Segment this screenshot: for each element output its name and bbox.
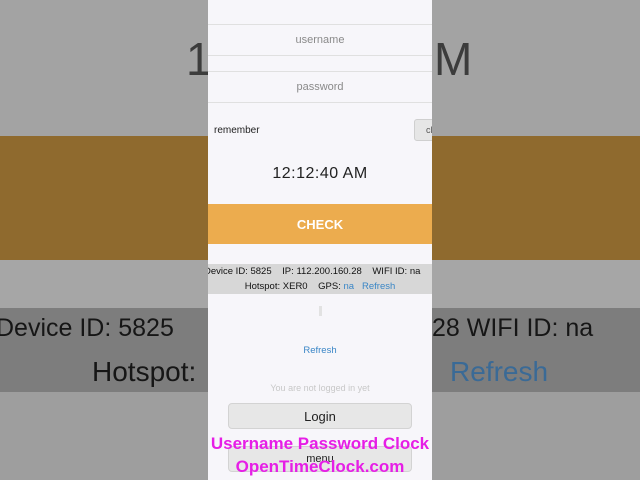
gps-label: GPS: <box>318 281 341 292</box>
clear-button[interactable]: cl <box>414 119 432 141</box>
hotspot-label: Hotspot: <box>244 281 281 292</box>
bg-time-right: M <box>434 33 473 85</box>
username-input[interactable]: username <box>208 24 432 56</box>
hotspot-row: Hotspot: XER0 GPS: na Refresh <box>208 281 432 292</box>
hotspot-value: XER0 <box>282 281 308 292</box>
cursor-marker <box>319 306 322 316</box>
ip-value: 112.200.160.28 <box>296 266 362 277</box>
caption-title: Username Password Clock <box>210 434 430 453</box>
login-button[interactable]: Login <box>228 403 412 429</box>
device-info-row: Device ID: 5825 IP: 112.200.160.28 WIFI … <box>208 266 420 277</box>
device-id-label: Device ID: <box>208 266 248 277</box>
phone-screen: username password remember cl 12:12:40 A… <box>208 0 432 480</box>
caption-url: OpenTimeClock.com <box>235 457 405 476</box>
refresh-inline-link[interactable]: Refresh <box>362 281 395 292</box>
bg-device-right: 28 WIFI ID: na <box>432 314 594 342</box>
wifi-label: WIFI ID: <box>372 266 408 277</box>
bg-device-left: Device ID: 5825 <box>0 314 174 342</box>
bg-refresh-right: Refresh <box>450 356 549 387</box>
gps-value: na <box>343 281 355 292</box>
device-info-panel: Device ID: 5825 IP: 112.200.160.28 WIFI … <box>208 264 432 294</box>
wifi-value: na <box>409 266 421 277</box>
password-input[interactable]: password <box>208 71 432 103</box>
check-button[interactable]: CHECK <box>208 204 432 244</box>
clock-display: 12:12:40 AM <box>272 165 368 182</box>
device-id-value: 5825 <box>250 266 272 277</box>
bg-hotspot-left: Hotspot: <box>92 356 197 387</box>
ip-label: IP: <box>282 266 294 277</box>
refresh-link[interactable]: Refresh <box>208 345 432 356</box>
login-status-text: You are not logged in yet <box>270 383 370 393</box>
remember-label[interactable]: remember <box>214 125 260 136</box>
